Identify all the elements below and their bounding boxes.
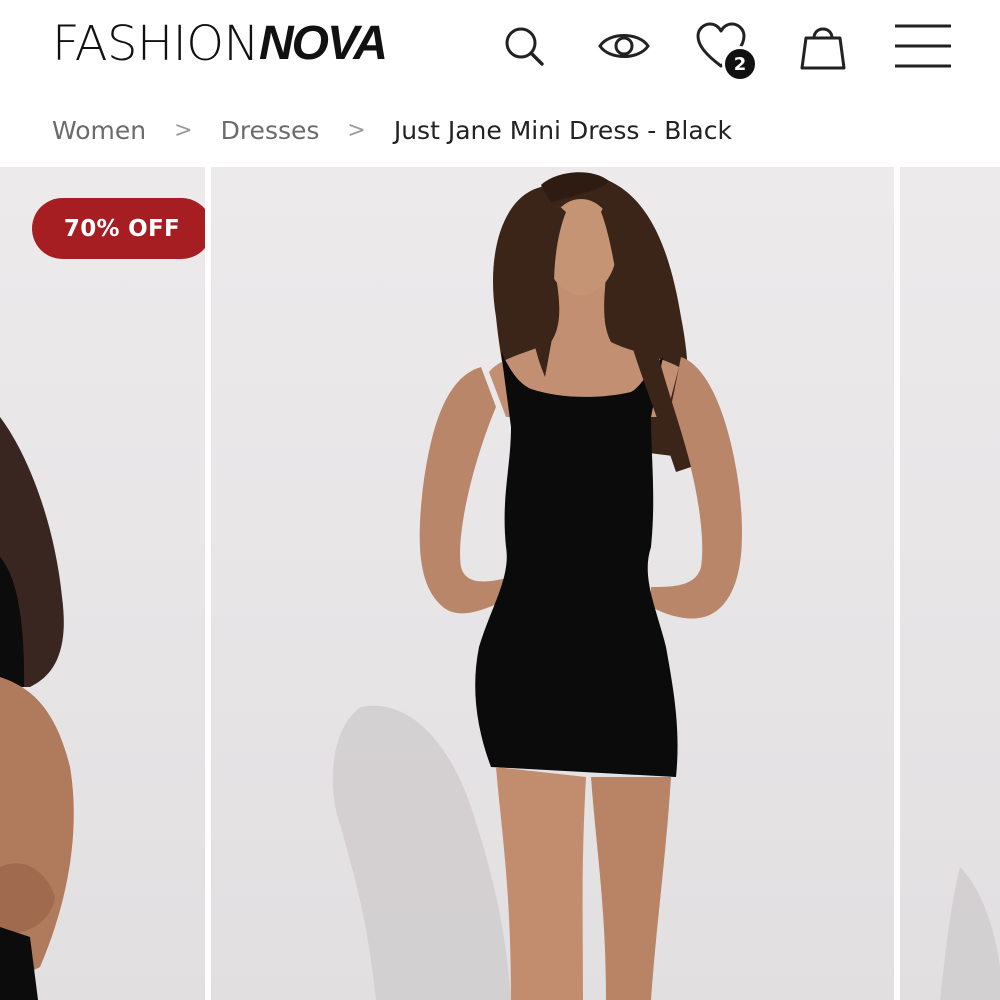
model-photo-previous [0,417,74,1000]
product-image-gallery[interactable]: 70% OFF [0,167,1000,1000]
wishlist-count-badge: 2 [722,46,758,82]
search-icon [505,27,544,66]
model-photo-main [332,172,742,1000]
breadcrumb-dresses[interactable]: Dresses [221,116,320,145]
previous-product-image[interactable]: 70% OFF [0,167,205,1000]
fashion-nova-logo[interactable]: FASHION NOVA [52,14,388,74]
menu-button[interactable] [893,20,953,72]
cart-button[interactable] [797,20,849,72]
shopping-bag-icon [800,27,846,70]
recently-viewed-button[interactable] [596,20,652,72]
next-product-image[interactable] [900,167,1000,1000]
breadcrumb: Women > Dresses > Just Jane Mini Dress -… [52,108,732,152]
menu-icon [895,24,951,68]
main-product-image[interactable] [211,167,894,1000]
search-button[interactable] [498,20,550,72]
eye-icon [598,34,650,58]
breadcrumb-women[interactable]: Women [52,116,146,145]
discount-badge: 70% OFF [32,198,205,259]
site-header: FASHION NOVA 2 [0,0,1000,92]
breadcrumb-current-product: Just Jane Mini Dress - Black [393,115,732,145]
model-photo-next [940,867,1000,1000]
breadcrumb-separator: > [347,117,366,143]
logo-light-text: FASHION [52,16,259,72]
logo-bold-text: NOVA [258,17,388,70]
breadcrumb-separator: > [174,117,193,143]
